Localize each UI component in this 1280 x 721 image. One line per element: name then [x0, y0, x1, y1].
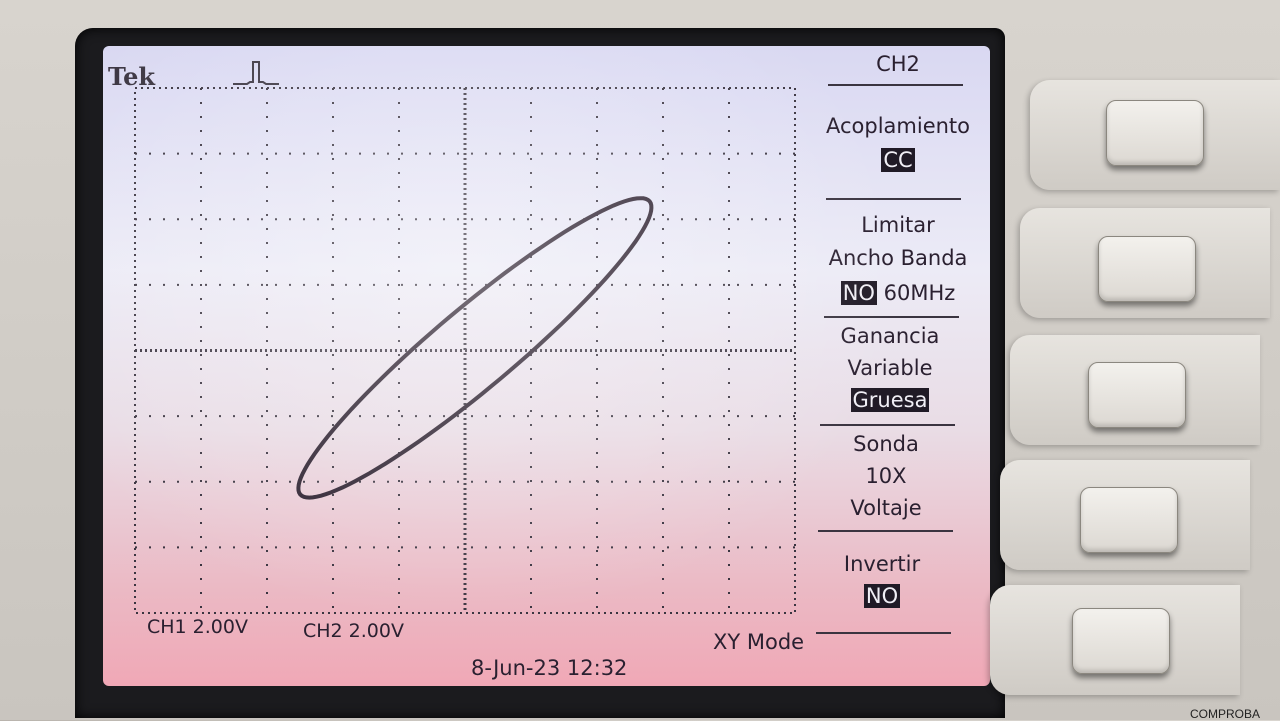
- grid-lines: [134, 87, 796, 614]
- coupling-value: CC: [881, 148, 915, 172]
- trigger-status-icon: [233, 61, 279, 85]
- invert-label: Invertir: [843, 552, 921, 576]
- invert-value: NO: [863, 584, 901, 608]
- coupling-label: Acoplamiento: [825, 114, 971, 138]
- ch1-scale-readout: CH1 2.00V: [147, 616, 248, 638]
- probe-label-line2: 10X: [865, 464, 907, 488]
- menu-title: CH2: [876, 52, 920, 76]
- probe-label-line1: Sonda: [853, 432, 919, 456]
- bandwidth-value: NO: [840, 281, 877, 305]
- bandwidth-option: 60MHz: [883, 281, 956, 305]
- gain-label-line1: Ganancia: [840, 324, 940, 348]
- menu-divider: [820, 424, 955, 426]
- menu-button-2[interactable]: [1098, 236, 1196, 302]
- ch2-side-menu: CH2 Acoplamiento CC Limitar Ancho Banda …: [808, 46, 988, 646]
- ch2-scale-readout: CH2 2.00V: [303, 620, 404, 642]
- xy-lissajous-trace: [296, 196, 654, 500]
- menu-button-4[interactable]: [1080, 487, 1178, 553]
- menu-button-5[interactable]: [1072, 608, 1170, 674]
- menu-button-3[interactable]: [1088, 362, 1186, 428]
- menu-divider: [828, 84, 963, 86]
- oscilloscope-display: Tek CH1 2.00V CH2 2.00V XY Mode 8-Jun-23…: [103, 46, 990, 686]
- gain-value: Gruesa: [850, 388, 930, 412]
- bandwidth-label-line2: Ancho Banda: [828, 246, 968, 270]
- gain-label-line2: Variable: [847, 356, 933, 380]
- graticule-grid: [134, 87, 796, 614]
- date-time-readout: 8-Jun-23 12:32: [471, 656, 628, 680]
- bandwidth-label-line1: Limitar: [861, 213, 935, 237]
- corner-label: COMPROBA: [1190, 707, 1261, 721]
- menu-divider: [816, 632, 951, 634]
- probe-label-line3: Voltaje: [850, 496, 922, 520]
- menu-button-1[interactable]: [1106, 100, 1204, 166]
- menu-divider: [824, 316, 959, 318]
- menu-divider: [818, 530, 953, 532]
- menu-divider: [826, 198, 961, 200]
- display-mode-readout: XY Mode: [713, 630, 805, 654]
